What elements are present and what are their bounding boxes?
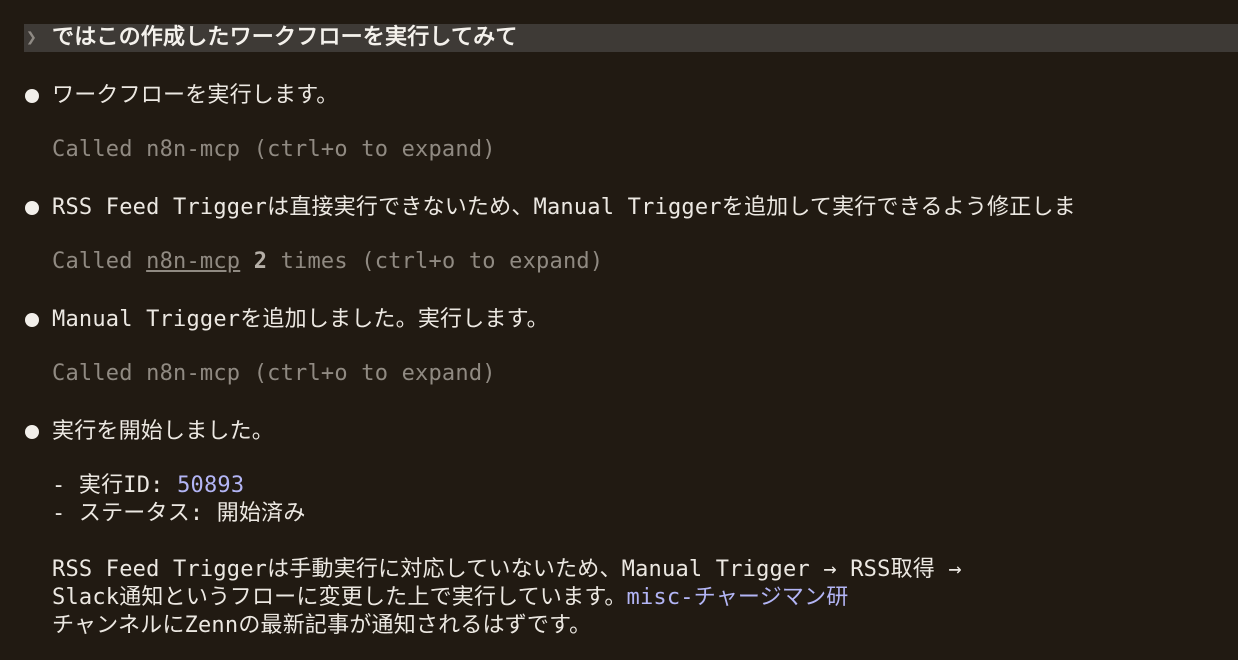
bullet-icon <box>25 313 39 327</box>
assistant-message: ワークフローを実行します。 <box>52 83 339 108</box>
tool-name-link[interactable]: n8n-mcp <box>146 249 240 274</box>
note-line-1: RSS Feed Triggerは手動実行に対応していないため、Manual T… <box>52 557 962 582</box>
tool-call-prefix: Called <box>52 249 147 274</box>
note-text: Slack通知というフローに変更した上で実行しています。 <box>52 585 627 610</box>
status-value: 開始済み <box>216 501 306 526</box>
tool-name: n8n-mcp <box>146 361 241 386</box>
assistant-message: 実行を開始しました。 <box>52 419 275 444</box>
assistant-message: Manual Triggerを追加しました。実行します。 <box>52 307 549 332</box>
prompt-caret-icon: ❯ <box>26 27 38 48</box>
tool-call-prefix: Called <box>52 137 147 162</box>
execution-id-line: - 実行ID: 50893 <box>52 472 244 500</box>
status-line: - ステータス: 開始済み <box>52 500 306 528</box>
tool-call-summary[interactable]: Called n8n-mcp (ctrl+o to expand) <box>52 136 496 164</box>
bullet-icon <box>25 201 39 215</box>
terminal-window: ❯ ではこの作成したワークフローを実行してみて ワークフローを実行します。 Ca… <box>0 0 1238 660</box>
expand-hint: (ctrl+o to expand) <box>240 361 496 386</box>
call-count: 2 <box>253 249 268 274</box>
assistant-message: RSS Feed Triggerは直接実行できないため、Manual Trigg… <box>52 195 1076 220</box>
expand-hint: (ctrl+o to expand) <box>240 137 496 162</box>
tool-call-summary[interactable]: Called n8n-mcp (ctrl+o to expand) <box>52 360 496 388</box>
note-line-2: Slack通知というフローに変更した上で実行しています。misc-チャージマン研 <box>52 584 849 612</box>
bullet-icon <box>25 89 39 103</box>
expand-hint: (ctrl+o to expand) <box>347 249 604 274</box>
call-count-unit: times <box>267 249 348 274</box>
tool-name: n8n-mcp <box>146 137 241 162</box>
note-line-3: チャンネルにZennの最新記事が通知されるはずです。 <box>52 613 592 638</box>
execution-id-label: - 実行ID: <box>52 473 178 498</box>
tool-call-prefix: Called <box>52 361 147 386</box>
slack-channel-name: misc-チャージマン研 <box>626 585 849 610</box>
execution-id-value: 50893 <box>177 473 245 498</box>
tool-call-summary[interactable]: Called n8n-mcp 2 times (ctrl+o to expand… <box>52 248 603 276</box>
status-label: - ステータス: <box>52 501 217 526</box>
user-prompt-text: ではこの作成したワークフローを実行してみて <box>52 25 518 50</box>
bullet-icon <box>25 425 39 439</box>
